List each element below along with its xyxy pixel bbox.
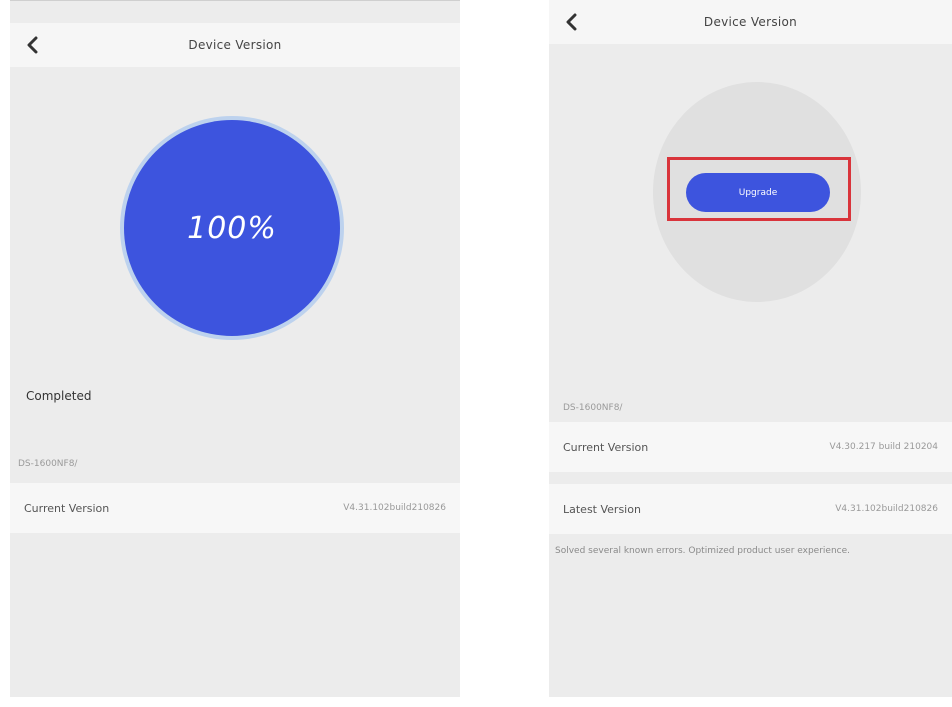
device-version-screen-completed: Device Version 100% Completed DS-1600NF8… <box>10 0 460 697</box>
chevron-left-icon <box>566 13 577 31</box>
page-title: Device Version <box>188 38 282 52</box>
current-version-value: V4.30.217 build 210204 <box>829 442 938 452</box>
current-version-label: Current Version <box>24 501 110 515</box>
current-version-label: Current Version <box>563 440 649 454</box>
status-text: Completed <box>26 389 92 403</box>
highlight-box <box>667 157 851 221</box>
device-id: DS-1600NF8/ <box>18 459 78 469</box>
current-version-row: Current Version V4.30.217 build 210204 <box>549 422 952 472</box>
back-button[interactable] <box>557 8 585 36</box>
back-button[interactable] <box>18 31 46 59</box>
device-id: DS-1600NF8/ <box>563 403 623 413</box>
progress-percent: 100% <box>187 210 277 246</box>
latest-version-label: Latest Version <box>563 502 641 516</box>
chevron-left-icon <box>27 36 38 54</box>
page-title: Device Version <box>703 15 798 29</box>
current-version-value: V4.31.102build210826 <box>343 503 446 513</box>
latest-version-row: Latest Version V4.31.102build210826 <box>549 484 952 534</box>
device-version-screen-upgrade: Device Version Upgrade DS-1600NF8/ Curre… <box>549 0 952 697</box>
nav-bar: Device Version <box>10 23 460 67</box>
current-version-row: Current Version V4.31.102build210826 <box>10 483 460 533</box>
nav-bar: Device Version <box>549 0 952 44</box>
progress-circle: 100% <box>124 120 340 336</box>
release-notes: Solved several known errors. Optimized p… <box>555 546 851 556</box>
latest-version-value: V4.31.102build210826 <box>835 504 938 514</box>
